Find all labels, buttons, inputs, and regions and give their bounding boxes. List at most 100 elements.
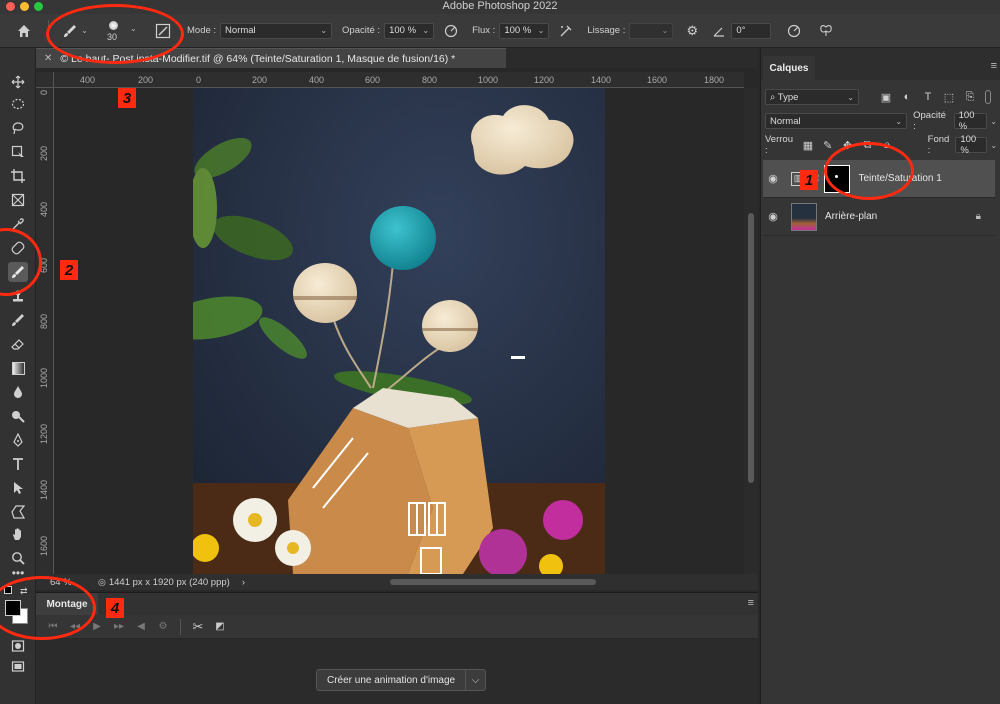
hand-tool-icon[interactable] [8,524,28,544]
dodge-tool-icon[interactable] [8,406,28,426]
opacity-field[interactable]: 100 % ⌄ [384,22,435,39]
adjustment-filter-icon[interactable]: ◐ [900,90,914,104]
more-tools-icon[interactable]: ••• [8,566,28,580]
fill-field[interactable]: 100 % [955,134,988,156]
airbrush-icon[interactable] [555,20,577,42]
brush-preset-picker[interactable]: ⌄ [55,20,95,42]
opacity-value: 100 % [389,25,417,36]
first-frame-icon[interactable]: ⏮ [42,621,64,632]
angle-field[interactable]: 0° [731,22,772,39]
lock-all-icon[interactable]: 🔒︎ [881,138,894,152]
layer-opacity-value: 100 % [958,110,975,132]
document-tab[interactable]: ✕ © Le haut- Post insta-Modifier.tif @ 6… [36,48,506,68]
layer-row-teinte-saturation[interactable]: ◉ ▥ ⛓ Teinte/Saturation 1 [763,160,995,198]
lasso-tool-icon[interactable] [8,118,28,138]
crop-tool-icon[interactable] [8,166,28,186]
ruler-horizontal[interactable]: 400 200 0 200 400 600 800 1000 1200 1400… [54,72,744,88]
panel-menu-icon[interactable]: ≡ [748,597,754,609]
move-tool-icon[interactable] [8,72,28,92]
screen-mode-icon[interactable] [8,656,28,676]
layer-mask-thumbnail[interactable] [824,164,851,193]
opacity-label: Opacité : [342,25,381,36]
close-window-button[interactable] [6,2,15,11]
panel-menu-icon[interactable]: ≡ [991,60,997,72]
status-menu-arrow[interactable]: › [242,577,245,588]
blend-mode-select[interactable]: Normal ⌄ [765,113,908,129]
shape-filter-icon[interactable]: ⬚ [942,90,956,104]
brush-size-picker[interactable]: 30 ⌄ [105,20,147,42]
foreground-color-swatch[interactable] [5,600,21,616]
home-icon[interactable] [6,20,42,42]
pressure-size-icon[interactable] [783,20,805,42]
type-tool-icon[interactable] [8,454,28,474]
ruler-tick-label: 0 [196,75,202,85]
close-icon[interactable]: ✕ [44,53,52,64]
vertical-scrollbar[interactable] [744,88,758,574]
path-selection-tool-icon[interactable] [8,478,28,498]
next-frame-icon[interactable]: ▸▸ [108,621,130,632]
frame-tool-icon[interactable] [8,190,28,210]
play-icon[interactable]: ▶ [86,621,108,632]
filter-toggle[interactable] [985,90,991,104]
chevron-down-icon[interactable]: ⌵ [466,669,487,691]
ruler-vertical[interactable]: 0 200 400 600 800 1000 1200 1400 1600 [36,88,54,574]
visibility-eye-icon[interactable]: ◉ [763,210,783,223]
chevron-down-icon[interactable]: ⌄ [990,141,997,150]
zoom-tool-icon[interactable] [8,548,28,568]
lock-transparency-icon[interactable]: ▦ [802,138,815,152]
horizontal-scroll-thumb[interactable] [390,579,596,585]
layer-thumbnail[interactable] [791,202,817,231]
layer-filter-select[interactable]: ⌕ Type ⌄ [765,89,859,105]
settings-gear-icon[interactable]: ⚙ [152,621,174,632]
create-frame-animation-button[interactable]: Créer une animation d'image [316,669,467,691]
zoom-window-button[interactable] [34,2,43,11]
smoothing-field[interactable]: ⌄ [629,22,674,39]
object-selection-tool-icon[interactable] [8,142,28,162]
visibility-eye-icon[interactable]: ◉ [763,172,783,185]
lock-artboard-icon[interactable]: ⧉ [861,138,874,152]
shape-tool-icon[interactable] [8,502,28,522]
minimize-window-button[interactable] [20,2,29,11]
layer-name[interactable]: Teinte/Saturation 1 [858,173,941,184]
pressure-opacity-icon[interactable] [440,20,462,42]
canvas-area[interactable] [54,88,744,574]
transition-icon[interactable]: ◩ [209,621,231,632]
eraser-tool-icon[interactable] [8,334,28,354]
gear-icon[interactable]: ⚙ [681,20,703,42]
smart-object-filter-icon[interactable]: ⎘ [963,90,977,104]
clone-stamp-tool-icon[interactable] [8,286,28,306]
vertical-scroll-thumb[interactable] [748,213,754,483]
default-colors-icon[interactable] [4,586,12,594]
audio-icon[interactable]: ◀ [130,621,152,632]
layer-opacity-field[interactable]: 100 % [953,110,988,132]
quick-mask-icon[interactable] [8,636,28,656]
symmetry-butterfly-icon[interactable] [815,20,837,42]
gradient-tool-icon[interactable] [8,358,28,378]
lock-pixels-icon[interactable]: ✎ [821,138,834,152]
brush-tool-icon[interactable] [8,262,28,282]
marquee-tool-icon[interactable] [8,94,28,114]
previous-frame-icon[interactable]: ◂◂ [64,621,86,632]
zoom-level[interactable]: 64 % [50,577,84,588]
healing-brush-tool-icon[interactable] [8,238,28,258]
ruler-tick-label: 1600 [39,536,49,557]
flow-field[interactable]: 100 % ⌄ [499,22,550,39]
layer-row-arriere-plan[interactable]: ◉ Arrière-plan 🔒︎ [763,198,995,236]
mode-select[interactable]: Normal ⌄ [220,22,333,39]
eyedropper-tool-icon[interactable] [8,214,28,234]
swap-colors-icon[interactable]: ⇄ [20,586,28,597]
text-filter-icon[interactable]: T [921,90,935,104]
tab-calques[interactable]: Calques [763,56,815,80]
layer-name[interactable]: Arrière-plan [825,211,877,222]
document-canvas[interactable] [193,88,605,574]
layers-tab-bar: Calques ≡ [761,48,1000,80]
tab-montage[interactable]: Montage [36,593,98,615]
image-filter-icon[interactable]: ▣ [879,90,893,104]
pen-tool-icon[interactable] [8,430,28,450]
lock-position-icon[interactable]: ✥ [841,138,854,152]
chevron-down-icon[interactable]: ⌄ [990,117,997,126]
brush-settings-panel-icon[interactable] [151,20,175,42]
history-brush-tool-icon[interactable] [8,310,28,330]
blur-tool-icon[interactable] [8,382,28,402]
scissors-icon[interactable]: ✂ [187,619,209,635]
